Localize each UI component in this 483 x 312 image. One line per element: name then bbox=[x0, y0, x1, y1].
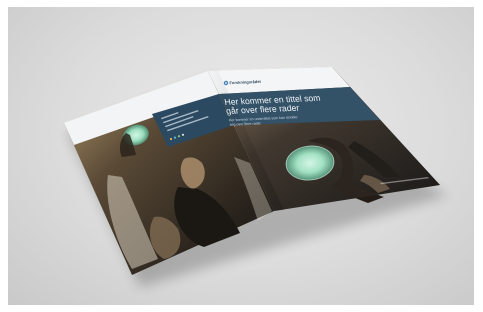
logo-dot-icon bbox=[173, 136, 177, 139]
logo-dot-icon bbox=[169, 137, 173, 141]
logo-dot-icon bbox=[181, 133, 185, 136]
brochure-mockup: Forskningsrådet Her kommer en tittel som… bbox=[63, 66, 448, 287]
logo-dot-icon bbox=[177, 135, 181, 138]
mockup-backdrop: Forskningsrådet Her kommer en tittel som… bbox=[8, 7, 474, 305]
